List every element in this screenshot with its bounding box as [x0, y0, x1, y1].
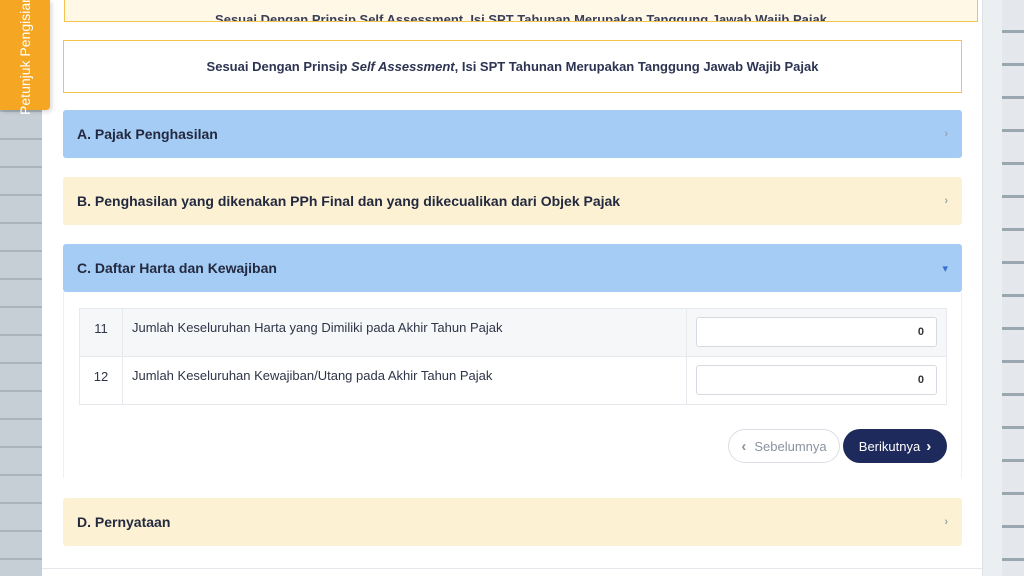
top-notice-partial: Sesuai Dengan Prinsip Self Assessment, I… — [64, 0, 978, 22]
section-a-title: A. Pajak Penghasilan — [77, 126, 218, 142]
row-label: Jumlah Keseluruhan Harta yang Dimiliki p… — [122, 308, 687, 357]
self-assessment-notice: Sesuai Dengan Prinsip Self Assessment, I… — [63, 40, 962, 93]
table-row: 12 Jumlah Keseluruhan Kewajiban/Utang pa… — [79, 356, 947, 405]
section-a-header[interactable]: A. Pajak Penghasilan › — [63, 110, 962, 158]
petunjuk-pengisian-tab[interactable]: Petunjuk Pengisian — [0, 0, 50, 115]
top-notice-partial-text: Sesuai Dengan Prinsip Self Assessment, I… — [215, 12, 827, 22]
row-label: Jumlah Keseluruhan Kewajiban/Utang pada … — [122, 356, 687, 405]
panel-edge — [982, 0, 1002, 576]
chevron-left-icon: ‹ — [741, 437, 747, 455]
previous-button-label: Sebelumnya — [754, 438, 827, 454]
section-c-body: 11 Jumlah Keseluruhan Harta yang Dimilik… — [63, 292, 962, 478]
section-d-header[interactable]: D. Pernyataan › — [63, 498, 962, 546]
petunjuk-tab-label: Petunjuk Pengisian — [17, 0, 33, 115]
row-value-cell — [686, 356, 947, 405]
row-number: 12 — [79, 356, 123, 405]
notice-prefix: Sesuai Dengan Prinsip — [206, 59, 348, 74]
section-c-header[interactable]: C. Daftar Harta dan Kewajiban ▾ — [63, 244, 962, 292]
harta-kewajiban-table: 11 Jumlah Keseluruhan Harta yang Dimilik… — [79, 308, 947, 405]
next-button-label: Berikutnya — [858, 438, 921, 454]
table-row: 11 Jumlah Keseluruhan Harta yang Dimilik… — [79, 308, 947, 357]
next-button[interactable]: Berikutnya › — [843, 429, 947, 463]
row-value-cell — [686, 308, 947, 357]
section-b-header[interactable]: B. Penghasilan yang dikenakan PPh Final … — [63, 177, 962, 225]
row-number: 11 — [79, 308, 123, 357]
jumlah-kewajiban-input[interactable] — [696, 365, 937, 395]
notice-suffix: , Isi SPT Tahunan Merupakan Tanggung Jaw… — [454, 59, 819, 74]
chevron-right-icon: › — [944, 128, 948, 140]
section-d-title: D. Pernyataan — [77, 514, 171, 530]
chevron-down-icon: ▾ — [942, 262, 948, 275]
chevron-right-icon: › — [926, 437, 932, 455]
divider — [42, 568, 982, 569]
jumlah-harta-input[interactable] — [696, 317, 937, 347]
section-c-title: C. Daftar Harta dan Kewajiban — [77, 260, 277, 276]
chevron-right-icon: › — [944, 195, 948, 207]
chevron-right-icon: › — [944, 516, 948, 528]
previous-button[interactable]: ‹ Sebelumnya — [728, 429, 840, 463]
section-b-title: B. Penghasilan yang dikenakan PPh Final … — [77, 193, 621, 209]
notice-emphasis: Self Assessment — [351, 59, 455, 74]
